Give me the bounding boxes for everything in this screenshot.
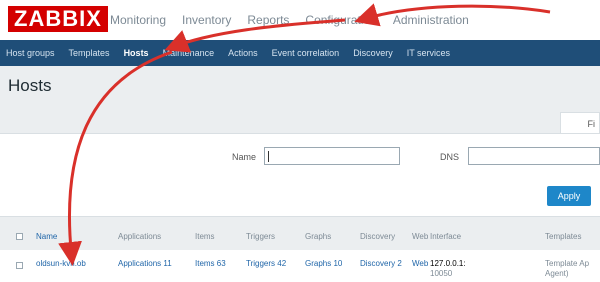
menu-monitoring[interactable]: Monitoring bbox=[110, 0, 166, 40]
filter-tab[interactable]: Fi bbox=[560, 112, 600, 134]
interface-line2: 10050 bbox=[430, 269, 453, 278]
name-label: Name bbox=[232, 152, 257, 162]
col-applications: Applications bbox=[118, 231, 162, 241]
col-name[interactable]: Name bbox=[36, 232, 57, 241]
dns-label: DNS bbox=[440, 152, 460, 162]
sub-menu: Host groups Templates Hosts Maintenance … bbox=[0, 40, 600, 66]
sub-menu-bar: Host groups Templates Hosts Maintenance … bbox=[0, 40, 600, 66]
select-all-checkbox[interactable] bbox=[16, 233, 23, 240]
web-link[interactable]: Web bbox=[412, 259, 428, 268]
row-checkbox[interactable] bbox=[16, 262, 23, 269]
submenu-discovery[interactable]: Discovery bbox=[353, 40, 393, 66]
items-link[interactable]: Items 63 bbox=[195, 259, 226, 268]
interface-line1: 127.0.0.1: bbox=[430, 259, 466, 268]
dns-input[interactable] bbox=[468, 147, 600, 165]
col-graphs: Graphs bbox=[305, 231, 332, 241]
templates-line1[interactable]: Template Ap bbox=[545, 259, 589, 268]
col-web: Web bbox=[412, 231, 429, 241]
triggers-link[interactable]: Triggers 42 bbox=[246, 259, 286, 268]
submenu-event-correlation[interactable]: Event correlation bbox=[272, 40, 340, 66]
table-row: oldsun-kvn.ob Applications 11 Items 63 T… bbox=[0, 250, 600, 282]
top-bar: ZABBIX Monitoring Inventory Reports Conf… bbox=[0, 0, 600, 40]
col-interface: Interface bbox=[430, 231, 462, 241]
templates-line2: Agent) bbox=[545, 269, 569, 278]
apply-button[interactable]: Apply bbox=[547, 186, 591, 206]
applications-link[interactable]: Applications 11 bbox=[118, 259, 172, 268]
submenu-templates[interactable]: Templates bbox=[69, 40, 110, 66]
discovery-link[interactable]: Discovery 2 bbox=[360, 259, 402, 268]
filter-panel: Name DNS Apply bbox=[0, 133, 600, 217]
name-input[interactable] bbox=[264, 147, 400, 165]
col-triggers: Triggers bbox=[246, 231, 276, 241]
submenu-hosts[interactable]: Hosts bbox=[124, 40, 149, 66]
col-items: Items bbox=[195, 231, 215, 241]
graphs-link[interactable]: Graphs 10 bbox=[305, 259, 342, 268]
submenu-maintenance[interactable]: Maintenance bbox=[163, 40, 215, 66]
col-discovery: Discovery bbox=[360, 231, 396, 241]
page-title: Hosts bbox=[8, 76, 52, 95]
host-name-link[interactable]: oldsun-kvn.ob bbox=[36, 259, 86, 268]
menu-administration[interactable]: Administration bbox=[393, 0, 469, 40]
col-templates: Templates bbox=[545, 231, 582, 241]
main-menu: Monitoring Inventory Reports Configurati… bbox=[110, 0, 485, 40]
menu-configuration[interactable]: Configuration bbox=[305, 0, 376, 40]
submenu-host-groups[interactable]: Host groups bbox=[6, 40, 55, 66]
text-cursor bbox=[268, 151, 269, 163]
menu-inventory[interactable]: Inventory bbox=[182, 0, 231, 40]
table-header: Name Applications Items Triggers Graphs … bbox=[0, 226, 600, 246]
menu-reports[interactable]: Reports bbox=[247, 0, 289, 40]
zabbix-logo[interactable]: ZABBIX bbox=[8, 6, 108, 32]
submenu-it-services[interactable]: IT services bbox=[407, 40, 450, 66]
submenu-actions[interactable]: Actions bbox=[228, 40, 258, 66]
